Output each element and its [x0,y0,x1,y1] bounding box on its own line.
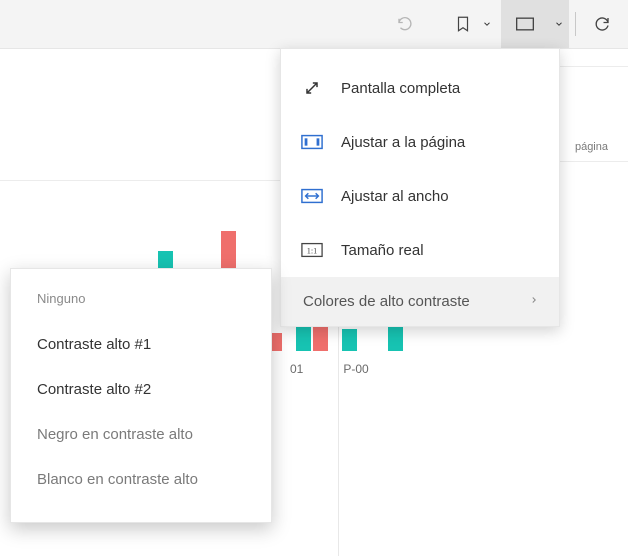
actual-size-icon: 1:1 [301,239,323,261]
menu-item-actual-size[interactable]: 1:1 Tamaño real [281,223,559,277]
menu-label: Contraste alto #1 [37,336,151,353]
top-toolbar [0,0,628,49]
hc-option-2[interactable]: Contraste alto #2 [11,367,271,412]
x-tick: P-00 [343,362,368,376]
fit-page-icon [301,131,323,153]
bar-group [342,329,378,351]
chart-x-labels: 01 P-00 [290,362,369,376]
fit-width-icon [301,185,323,207]
reset-button[interactable] [381,0,429,48]
pagination-label: página [575,141,608,153]
menu-item-fit-width[interactable]: Ajustar al ancho [281,169,559,223]
menu-item-fit-page[interactable]: Ajustar a la página [281,115,559,169]
svg-text:1:1: 1:1 [307,247,318,256]
bar-teal [342,329,357,351]
hc-option-1[interactable]: Contraste alto #1 [11,322,271,367]
expand-icon [301,77,323,99]
menu-item-fullscreen[interactable]: Pantalla completa [281,61,559,115]
menu-label: Pantalla completa [341,80,539,97]
menu-label: Negro en contraste alto [37,426,193,443]
menu-item-high-contrast[interactable]: Colores de alto contraste [281,277,559,326]
menu-label: Blanco en contraste alto [37,471,198,488]
bookmark-chevron-icon[interactable] [479,19,495,29]
hc-option-white[interactable]: Blanco en contraste alto [11,457,271,502]
view-chevron-icon[interactable] [549,0,569,48]
chevron-right-icon [529,293,539,310]
menu-label: Ajustar al ancho [341,188,539,205]
view-menu: Pantalla completa Ajustar a la página Aj… [280,48,560,327]
menu-label: Tamaño real [341,242,539,259]
menu-label: Colores de alto contraste [303,293,511,310]
x-tick: 01 [290,362,303,376]
refresh-button[interactable] [582,0,622,48]
menu-label: Ajustar a la página [341,134,539,151]
menu-label: Contraste alto #2 [37,381,151,398]
high-contrast-submenu: Ninguno Contraste alto #1 Contraste alto… [10,268,272,523]
submenu-header: Ninguno [11,291,271,322]
view-button[interactable] [501,0,549,48]
hc-option-black[interactable]: Negro en contraste alto [11,412,271,457]
toolbar-separator [575,12,576,36]
